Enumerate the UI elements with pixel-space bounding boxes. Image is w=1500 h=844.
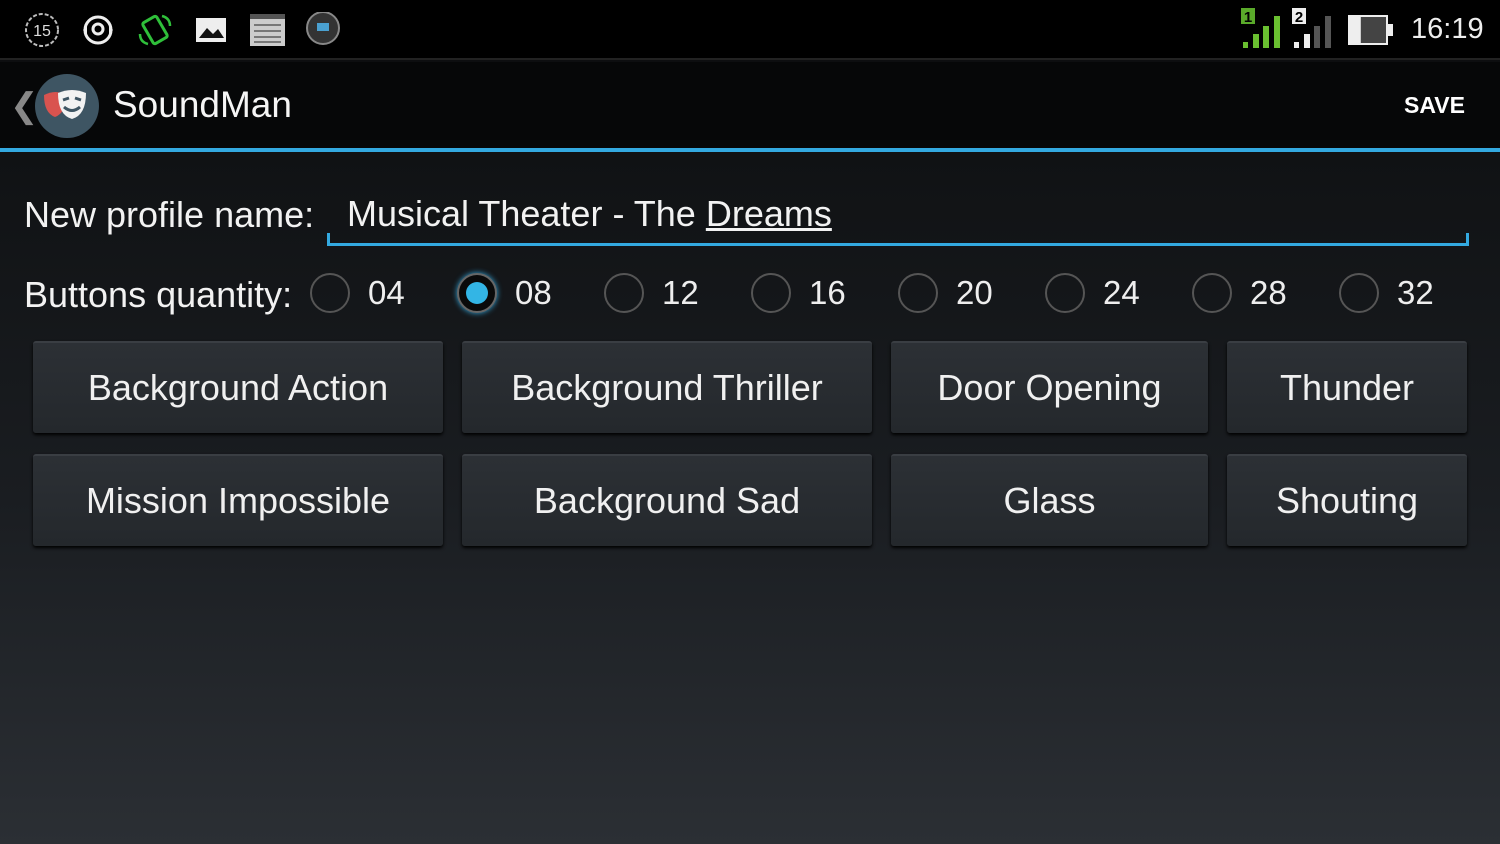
quantity-radio-label[interactable]: 08 <box>515 274 552 312</box>
camera-ball-icon <box>305 11 341 48</box>
profile-name-label: New profile name: <box>24 194 315 235</box>
quantity-radio-16[interactable] <box>751 273 791 313</box>
quantity-radio-24[interactable] <box>1045 273 1085 313</box>
profile-name-text: Musical Theater - The <box>347 193 706 234</box>
sound-button[interactable]: Background Sad <box>462 454 872 546</box>
buttons-quantity-label: Buttons quantity: <box>24 274 293 315</box>
svg-text:1: 1 <box>1244 9 1252 26</box>
quantity-radio-label[interactable]: 32 <box>1397 274 1434 312</box>
sound-button[interactable]: Mission Impossible <box>33 454 443 546</box>
quantity-radio-label[interactable]: 16 <box>809 274 846 312</box>
sound-button[interactable]: Thunder <box>1227 341 1467 433</box>
profile-name-input[interactable]: Musical Theater - The Dreams <box>327 186 1469 246</box>
sim1-signal-icon: 1 <box>1241 8 1285 57</box>
app-title: SoundMan <box>113 84 292 125</box>
quantity-radio-20[interactable] <box>898 273 938 313</box>
quantity-radio-32[interactable] <box>1339 273 1379 313</box>
battery-icon <box>1347 14 1395 51</box>
clock: 16:19 <box>1411 13 1484 45</box>
sound-button[interactable]: Glass <box>891 454 1208 546</box>
sound-button[interactable]: Background Action <box>33 341 443 433</box>
quantity-radio-04[interactable] <box>310 273 350 313</box>
quantity-radio-label[interactable]: 24 <box>1103 274 1140 312</box>
app-logo-theater-masks-icon <box>34 73 100 144</box>
save-button[interactable]: SAVE <box>1390 80 1479 131</box>
sound-button[interactable]: Shouting <box>1227 454 1467 546</box>
profile-name-underlined-word: Dreams <box>705 193 832 234</box>
svg-text:15: 15 <box>33 23 51 40</box>
quantity-radio-12[interactable] <box>604 273 644 313</box>
badge-15-icon: 15 <box>24 12 60 48</box>
up-navigation[interactable]: ❮ <box>8 72 100 140</box>
quantity-radio-28[interactable] <box>1192 273 1232 313</box>
svg-text:2: 2 <box>1295 9 1303 26</box>
screen-rotate-icon <box>137 12 173 48</box>
quantity-radio-label[interactable]: 04 <box>368 274 405 312</box>
sim2-signal-icon: 2 <box>1292 8 1336 57</box>
status-bar: 15 1 2 16:19 <box>0 0 1500 60</box>
image-icon <box>194 12 230 48</box>
sync-icon <box>80 12 116 48</box>
notes-icon <box>250 12 286 48</box>
quantity-radio-label[interactable]: 20 <box>956 274 993 312</box>
quantity-radio-08[interactable] <box>457 273 497 313</box>
quantity-radio-label[interactable]: 28 <box>1250 274 1287 312</box>
sound-button[interactable]: Door Opening <box>891 341 1208 433</box>
action-bar-divider <box>0 148 1500 152</box>
action-bar: ❮ SoundMan SAVE <box>0 62 1500 148</box>
quantity-radio-label[interactable]: 12 <box>662 274 699 312</box>
sound-button[interactable]: Background Thriller <box>462 341 872 433</box>
